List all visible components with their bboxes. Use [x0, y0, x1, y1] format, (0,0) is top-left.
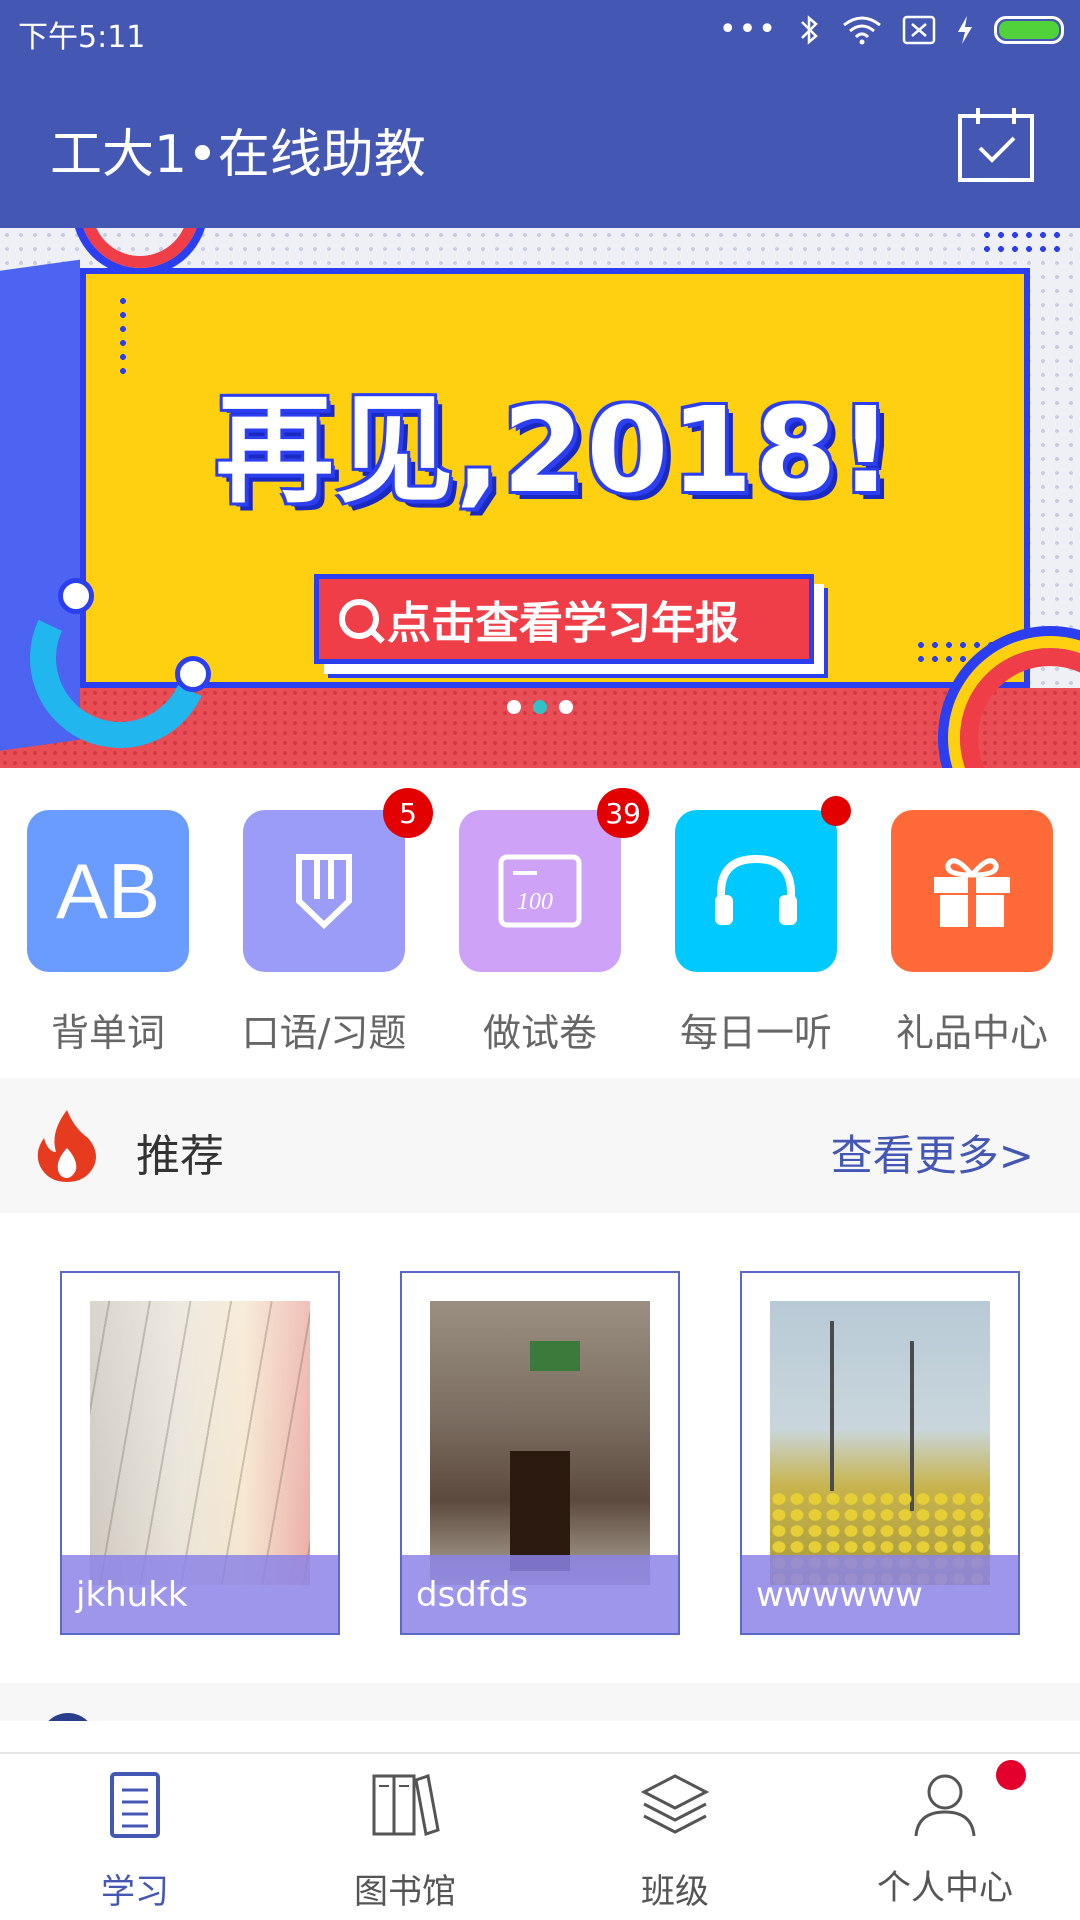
promo-banner[interactable]: 再见,2018! 点击查看学习年报 [0, 228, 1080, 768]
count-badge: 5 [383, 788, 433, 838]
pager-dot[interactable] [507, 700, 521, 714]
quick-item-daily-listening[interactable]: 每日一听 [675, 796, 851, 1057]
calendar-check-icon[interactable] [956, 104, 1036, 184]
document-icon [110, 1772, 160, 1838]
app-bar: 工大1•在线助教 [0, 60, 1080, 228]
layers-icon [640, 1774, 710, 1834]
gift-icon[interactable] [891, 810, 1053, 972]
notification-dot [821, 796, 851, 826]
recommend-list: jkhukk dsdfds wwwwww [0, 1213, 1080, 1683]
view-more-link[interactable]: 查看更多> [831, 1122, 1034, 1183]
ab-icon[interactable]: AB [27, 810, 189, 972]
search-icon [339, 599, 379, 639]
view-annual-report-button[interactable]: 点击查看学习年报 [314, 574, 814, 664]
bluetooth-icon [801, 15, 818, 45]
quick-item-label: 礼品中心 [895, 1011, 1048, 1055]
quick-item-gift-center[interactable]: 礼品中心 [891, 810, 1053, 1057]
card-image [90, 1301, 310, 1585]
tab-label: 图书馆 [354, 1872, 456, 1912]
pager-dot-active[interactable] [533, 700, 547, 714]
count-badge: 39 [597, 788, 649, 838]
headphones-icon[interactable] [675, 796, 851, 972]
bottom-tab-bar: 学习 图书馆 班级 个人中心 [0, 1752, 1080, 1920]
quick-item-label: 每日一听 [679, 1011, 832, 1055]
status-icons: ••• [719, 14, 1064, 46]
recommend-header: 推荐 查看更多> [0, 1078, 1080, 1213]
card-caption: dsdfds [402, 1555, 678, 1633]
quick-item-exam-paper[interactable]: 100 39 做试卷 [459, 788, 649, 1057]
profile-icon-wrap [910, 1760, 1026, 1840]
recommend-card[interactable]: jkhukk [60, 1271, 340, 1635]
tab-profile[interactable]: 个人中心 [845, 1760, 1045, 1909]
svg-text:100: 100 [517, 889, 553, 915]
status-time: 下午5:11 [18, 20, 146, 55]
books-icon [372, 1774, 440, 1836]
quick-item-speaking-exercises[interactable]: 5 口语/习题 [242, 788, 433, 1057]
notification-dot [996, 1760, 1026, 1790]
card-image [770, 1301, 990, 1585]
battery-icon [994, 16, 1064, 44]
recommend-card[interactable]: dsdfds [400, 1271, 680, 1635]
status-bar: 下午5:11 ••• [0, 0, 1080, 60]
banner-pager [0, 700, 1080, 714]
quick-menu: AB 背单词 5 口语/习题 100 39 做试卷 每日一听 礼品中心 [0, 768, 1080, 1078]
tab-study[interactable]: 学习 [35, 1770, 235, 1913]
card-image [430, 1301, 650, 1585]
pencil-icon[interactable]: 5 [243, 788, 433, 972]
person-icon [914, 1774, 976, 1837]
exam-paper-icon[interactable]: 100 39 [459, 788, 649, 972]
tab-class[interactable]: 班级 [575, 1770, 775, 1913]
tab-label: 学习 [101, 1872, 169, 1912]
tab-label: 个人中心 [877, 1868, 1013, 1908]
quick-item-vocabulary[interactable]: AB 背单词 [27, 810, 189, 1057]
quick-item-label: 做试卷 [482, 1011, 597, 1055]
app-title: 工大1•在线助教 [50, 125, 426, 185]
more-dots-icon: ••• [718, 12, 778, 47]
tab-label: 班级 [641, 1872, 709, 1912]
fire-icon [37, 1110, 96, 1182]
banner-headline: 再见,2018! [215, 381, 895, 519]
recommend-card[interactable]: wwwwww [740, 1271, 1020, 1635]
no-sim-icon [902, 15, 936, 45]
charging-icon [958, 16, 972, 44]
quick-item-label: 背单词 [50, 1011, 165, 1055]
card-caption: jkhukk [62, 1555, 338, 1633]
tab-library[interactable]: 图书馆 [305, 1770, 505, 1913]
banner-panel: 再见,2018! 点击查看学习年报 [80, 268, 1030, 688]
view-annual-report-label: 点击查看学习年报 [387, 598, 739, 649]
next-section-peek [0, 1683, 1080, 1721]
card-caption: wwwwww [742, 1555, 1018, 1633]
pager-dot[interactable] [559, 700, 573, 714]
quick-item-label: 口语/习题 [241, 1011, 407, 1055]
wifi-icon [843, 16, 881, 45]
recommend-title: 推荐 [136, 1131, 224, 1182]
